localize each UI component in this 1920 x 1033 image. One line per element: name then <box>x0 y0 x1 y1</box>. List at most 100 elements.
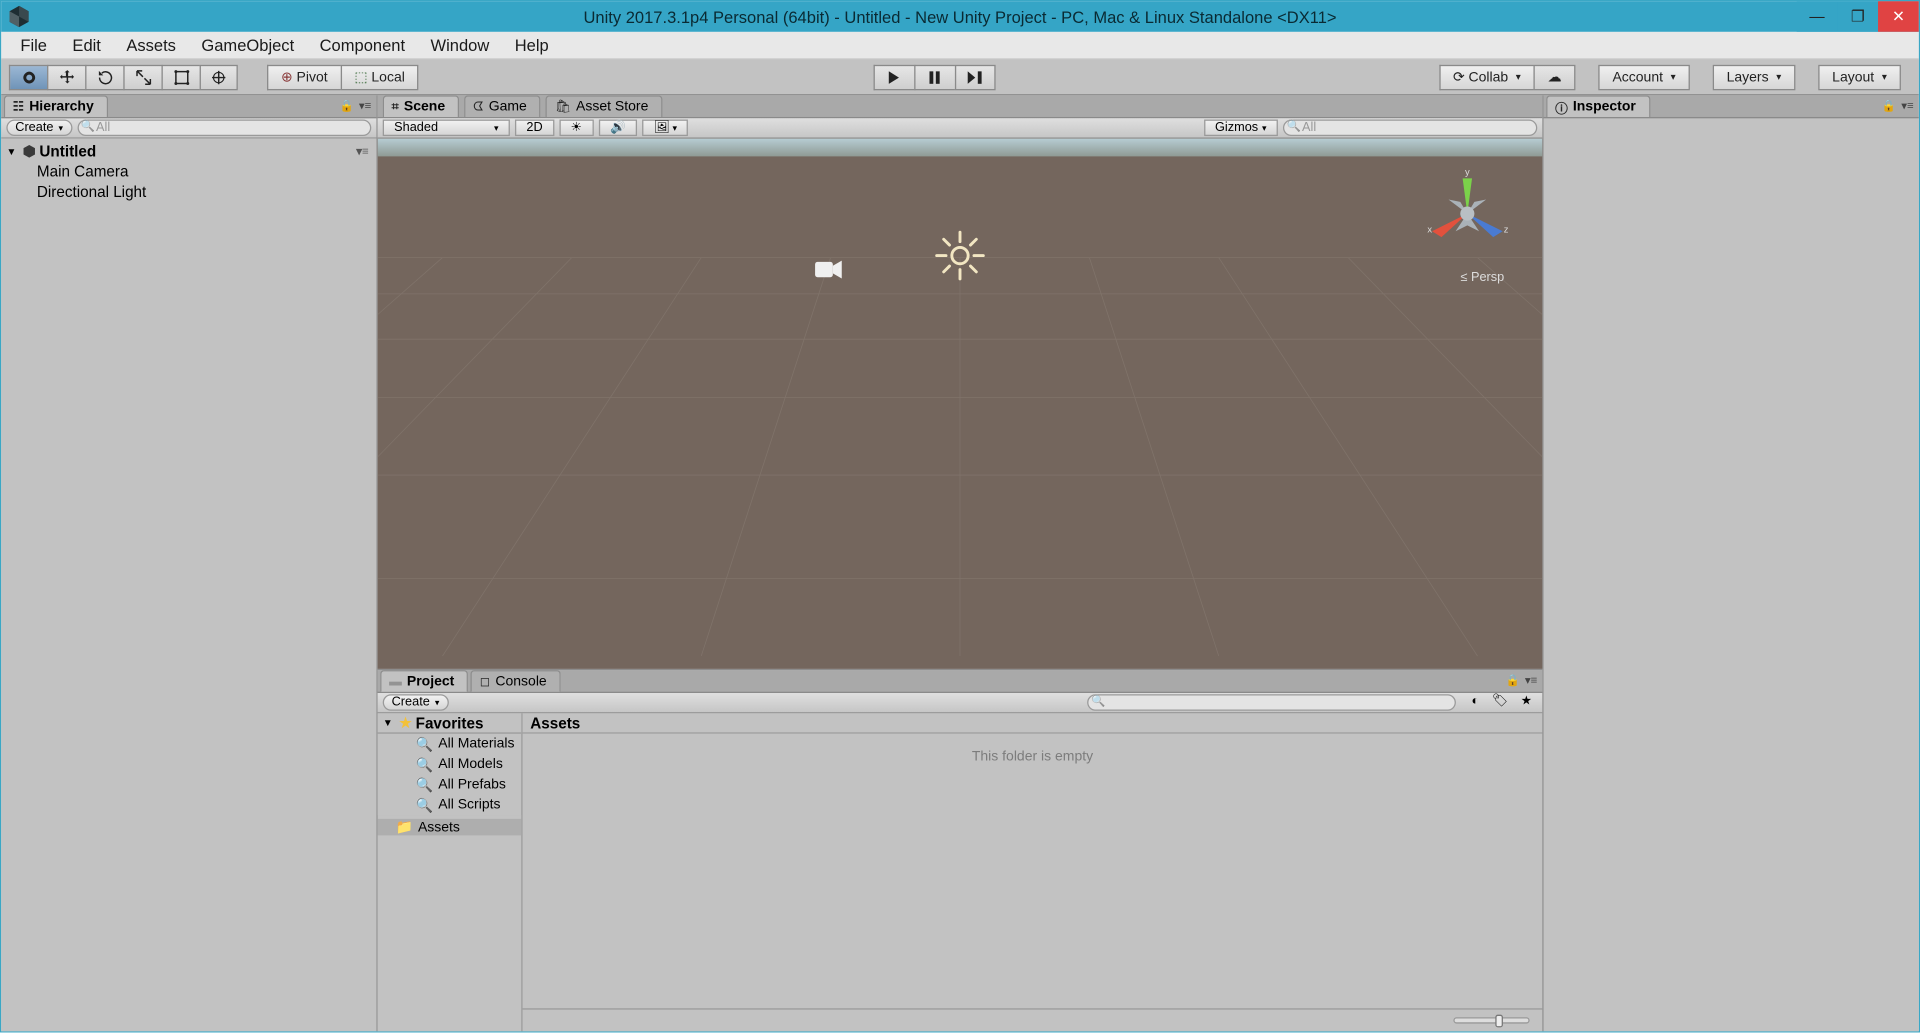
menu-edit[interactable]: Edit <box>60 33 114 57</box>
filter-by-type-icon[interactable]: ◐ <box>1466 694 1484 711</box>
panel-lock-icon[interactable]: 🔒 <box>1505 674 1519 688</box>
hierarchy-search[interactable]: All <box>77 120 371 137</box>
project-sidebar: ▼★Favorites 🔍All Materials 🔍All Models 🔍… <box>378 713 523 1031</box>
gizmos-dropdown[interactable]: Gizmos▾ <box>1204 120 1278 137</box>
favorite-item[interactable]: 🔍All Materials <box>378 734 522 754</box>
unity-scene-icon <box>22 144 37 159</box>
window-title: Unity 2017.3.1p4 Personal (64bit) - Unti… <box>1 7 1918 26</box>
store-icon: 🛍 <box>555 100 571 114</box>
projection-label[interactable]: ≤ Persp <box>1460 271 1504 285</box>
menu-help[interactable]: Help <box>502 33 561 57</box>
rect-tool[interactable] <box>161 64 199 89</box>
panel-lock-icon[interactable]: 🔒 <box>339 99 353 113</box>
unity-editor-window: Unity 2017.3.1p4 Personal (64bit) - Unti… <box>0 0 1920 1032</box>
close-button[interactable]: ✕ <box>1878 1 1919 32</box>
console-tab[interactable]: ◻Console <box>471 670 561 692</box>
scene-search[interactable]: All <box>1283 120 1537 137</box>
scene-tab[interactable]: ⌗Scene <box>383 95 459 117</box>
project-search[interactable] <box>1088 694 1457 711</box>
hierarchy-item[interactable]: Directional Light <box>1 182 376 202</box>
project-breadcrumb[interactable]: Assets <box>523 713 1543 733</box>
favorite-item[interactable]: 🔍All Prefabs <box>378 774 522 794</box>
camera-icon <box>814 259 842 279</box>
pause-button[interactable] <box>914 64 955 89</box>
step-button[interactable] <box>954 64 995 89</box>
shading-mode-dropdown[interactable]: Shaded▾ <box>383 120 510 137</box>
scene-view[interactable]: y x z ≤ Persp <box>378 139 1543 669</box>
hierarchy-item[interactable]: Main Camera <box>1 161 376 181</box>
hierarchy-icon: ☷ <box>13 100 24 114</box>
hand-tool[interactable] <box>9 64 47 89</box>
main-toolbar: ⊕Pivot ⬚Local ⟳Collab☁ Account Layers La… <box>1 60 1918 96</box>
audio-toggle[interactable]: 🔊 <box>599 120 638 137</box>
local-icon: ⬚ <box>354 69 367 86</box>
favorites-header[interactable]: ▼★Favorites <box>378 713 522 733</box>
move-tool[interactable] <box>47 64 85 89</box>
2d-toggle[interactable]: 2D <box>515 120 554 137</box>
panel-menu-icon[interactable]: ▾≡ <box>1901 99 1913 113</box>
save-search-icon[interactable]: ★ <box>1516 694 1538 711</box>
cloud-button[interactable]: ☁ <box>1534 64 1576 89</box>
menu-gameobject[interactable]: GameObject <box>189 33 307 57</box>
panel-menu-icon[interactable]: ▾≡ <box>1525 674 1537 688</box>
inspector-body <box>1544 118 1919 1031</box>
project-tab[interactable]: ▬Project <box>380 670 468 692</box>
transform-tools <box>9 64 238 89</box>
title-bar: Unity 2017.3.1p4 Personal (64bit) - Unti… <box>1 1 1918 32</box>
lighting-toggle[interactable]: ☀ <box>559 120 593 137</box>
game-tab[interactable]: ᗧGame <box>464 95 541 117</box>
local-toggle[interactable]: ⬚Local <box>340 64 418 89</box>
folder-icon: ▬ <box>389 675 402 689</box>
hierarchy-tab[interactable]: ☷Hierarchy <box>4 95 108 117</box>
scene-row[interactable]: ▼ Untitled ▾≡ <box>1 141 376 161</box>
menu-component[interactable]: Component <box>307 33 418 57</box>
favorite-item[interactable]: 🔍All Models <box>378 754 522 774</box>
panel-menu-icon[interactable]: ▾≡ <box>359 99 371 113</box>
audio-icon: 🔊 <box>610 121 626 135</box>
main-area: ☷Hierarchy 🔒▾≡ Create All ▼ Untitled ▾≡ … <box>1 95 1918 1031</box>
menu-assets[interactable]: Assets <box>114 33 189 57</box>
collab-icon: ⟳ <box>1453 69 1465 86</box>
scene-context-icon[interactable]: ▾≡ <box>356 144 368 158</box>
pivot-icon: ⊕ <box>281 69 293 86</box>
pivot-toggle[interactable]: ⊕Pivot <box>267 64 340 89</box>
console-icon: ◻ <box>480 675 491 689</box>
sun-icon <box>932 228 988 284</box>
collab-dropdown[interactable]: ⟳Collab <box>1439 64 1534 89</box>
image-icon: 🖼 <box>654 121 670 135</box>
scale-tool[interactable] <box>123 64 161 89</box>
play-button[interactable] <box>873 64 914 89</box>
search-icon: 🔍 <box>416 797 433 814</box>
info-icon: ⓘ <box>1555 97 1568 116</box>
orientation-gizmo[interactable]: y x z <box>1420 167 1514 261</box>
layout-dropdown[interactable]: Layout <box>1818 64 1901 89</box>
minimize-button[interactable]: — <box>1797 1 1838 32</box>
panel-lock-icon[interactable]: 🔒 <box>1882 99 1896 113</box>
menu-window[interactable]: Window <box>418 33 502 57</box>
expand-icon[interactable]: ▼ <box>6 146 19 157</box>
layers-dropdown[interactable]: Layers <box>1713 64 1796 89</box>
filter-by-label-icon[interactable]: 🏷 <box>1487 694 1513 711</box>
asset-store-tab[interactable]: 🛍Asset Store <box>546 95 662 117</box>
favorite-item[interactable]: 🔍All Scripts <box>378 795 522 815</box>
game-icon: ᗧ <box>473 100 484 114</box>
effects-dropdown[interactable]: 🖼▾ <box>642 120 688 137</box>
assets-folder[interactable]: 📁Assets <box>378 815 522 835</box>
unity-logo-icon <box>6 4 31 29</box>
transform-tool[interactable] <box>200 64 238 89</box>
menu-bar: File Edit Assets GameObject Component Wi… <box>1 32 1918 60</box>
rotate-tool[interactable] <box>85 64 123 89</box>
project-create-dropdown[interactable]: Create <box>383 694 449 711</box>
account-dropdown[interactable]: Account <box>1598 64 1689 89</box>
folder-icon: 📁 <box>395 819 412 836</box>
scene-grid <box>378 139 1543 657</box>
maximize-button[interactable]: ❐ <box>1837 1 1878 32</box>
search-icon: 🔍 <box>416 756 433 773</box>
thumbnail-size-slider[interactable] <box>1453 1017 1529 1023</box>
hierarchy-create-dropdown[interactable]: Create <box>6 120 72 137</box>
center-column: ⌗Scene ᗧGame 🛍Asset Store Shaded▾ 2D ☀ 🔊… <box>378 95 1543 1031</box>
svg-text:x: x <box>1427 223 1432 234</box>
inspector-tab[interactable]: ⓘInspector <box>1546 95 1650 117</box>
bottom-panels: ▬Project ◻Console 🔒 ▾≡ Create ◐ 🏷 ★ <box>378 669 1543 1031</box>
menu-file[interactable]: File <box>8 33 60 57</box>
